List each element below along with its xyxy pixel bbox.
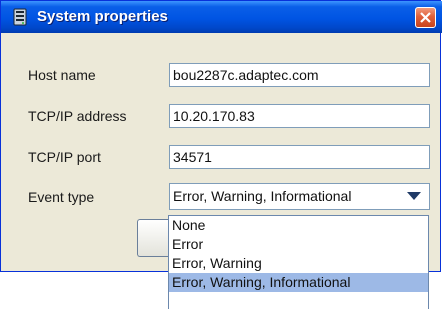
- event-type-combobox[interactable]: Error, Warning, Informational: [169, 183, 430, 210]
- host-name-field[interactable]: bou2287c.adaptec.com: [169, 63, 430, 87]
- window-title: System properties: [37, 8, 168, 25]
- dropdown-option-none[interactable]: None: [169, 216, 428, 235]
- tcp-ip-port-label: TCP/IP port: [28, 149, 101, 165]
- close-button[interactable]: [415, 7, 436, 28]
- tcp-ip-address-label: TCP/IP address: [28, 108, 127, 124]
- dropdown-option-error-warning-informational[interactable]: Error, Warning, Informational: [169, 273, 428, 292]
- event-type-dropdown-list[interactable]: None Error Error, Warning Error, Warning…: [168, 215, 429, 309]
- tcp-ip-address-field[interactable]: 10.20.170.83: [169, 104, 430, 128]
- dropdown-option-error-warning[interactable]: Error, Warning: [169, 254, 428, 273]
- server-icon: [12, 8, 28, 26]
- host-name-label: Host name: [28, 67, 96, 83]
- tcp-ip-port-field[interactable]: 34571: [169, 145, 430, 169]
- close-icon: [420, 12, 431, 23]
- event-type-value: Error, Warning, Informational: [173, 188, 352, 204]
- dropdown-option-error[interactable]: Error: [169, 235, 428, 254]
- title-bar[interactable]: System properties: [1, 1, 442, 33]
- chevron-down-icon[interactable]: [407, 192, 421, 200]
- event-type-label: Event type: [28, 189, 95, 205]
